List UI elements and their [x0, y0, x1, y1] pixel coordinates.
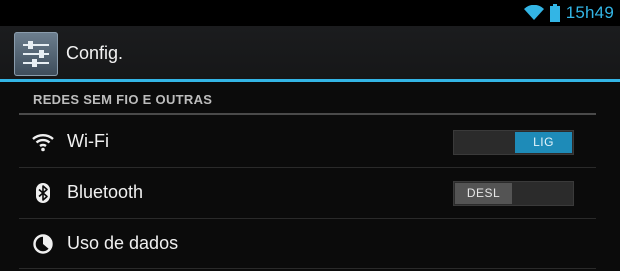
battery-icon: [549, 4, 560, 22]
settings-sliders-icon[interactable]: [14, 32, 58, 76]
section-divider: [19, 113, 596, 115]
settings-label-bluetooth: Bluetooth: [67, 182, 144, 202]
bluetooth-toggle-label: DESL: [455, 183, 512, 204]
page-title: Config.: [66, 43, 124, 63]
wifi-toggle[interactable]: LIG: [453, 130, 574, 155]
wifi-icon: [32, 134, 54, 152]
section-header: REDES SEM FIO E OUTRAS: [33, 92, 213, 107]
wifi-signal-icon: [523, 5, 544, 20]
status-time: 15h49: [565, 3, 614, 22]
status-indicators: 15h49: [523, 2, 614, 24]
settings-label-data-usage: Uso de dados: [67, 233, 179, 253]
wifi-toggle-label: LIG: [515, 132, 572, 153]
bluetooth-icon: [36, 183, 50, 203]
settings-label-wifi: Wi-Fi: [67, 131, 109, 151]
settings-row-data-usage[interactable]: Uso de dados: [19, 219, 596, 269]
data-usage-icon: [33, 234, 53, 254]
settings-row-wifi[interactable]: Wi-Fi LIG: [19, 117, 596, 167]
settings-row-bluetooth[interactable]: Bluetooth DESL: [19, 168, 596, 218]
row-divider: [19, 268, 596, 269]
bluetooth-toggle[interactable]: DESL: [453, 181, 574, 206]
status-bar: 15h49: [0, 0, 620, 26]
